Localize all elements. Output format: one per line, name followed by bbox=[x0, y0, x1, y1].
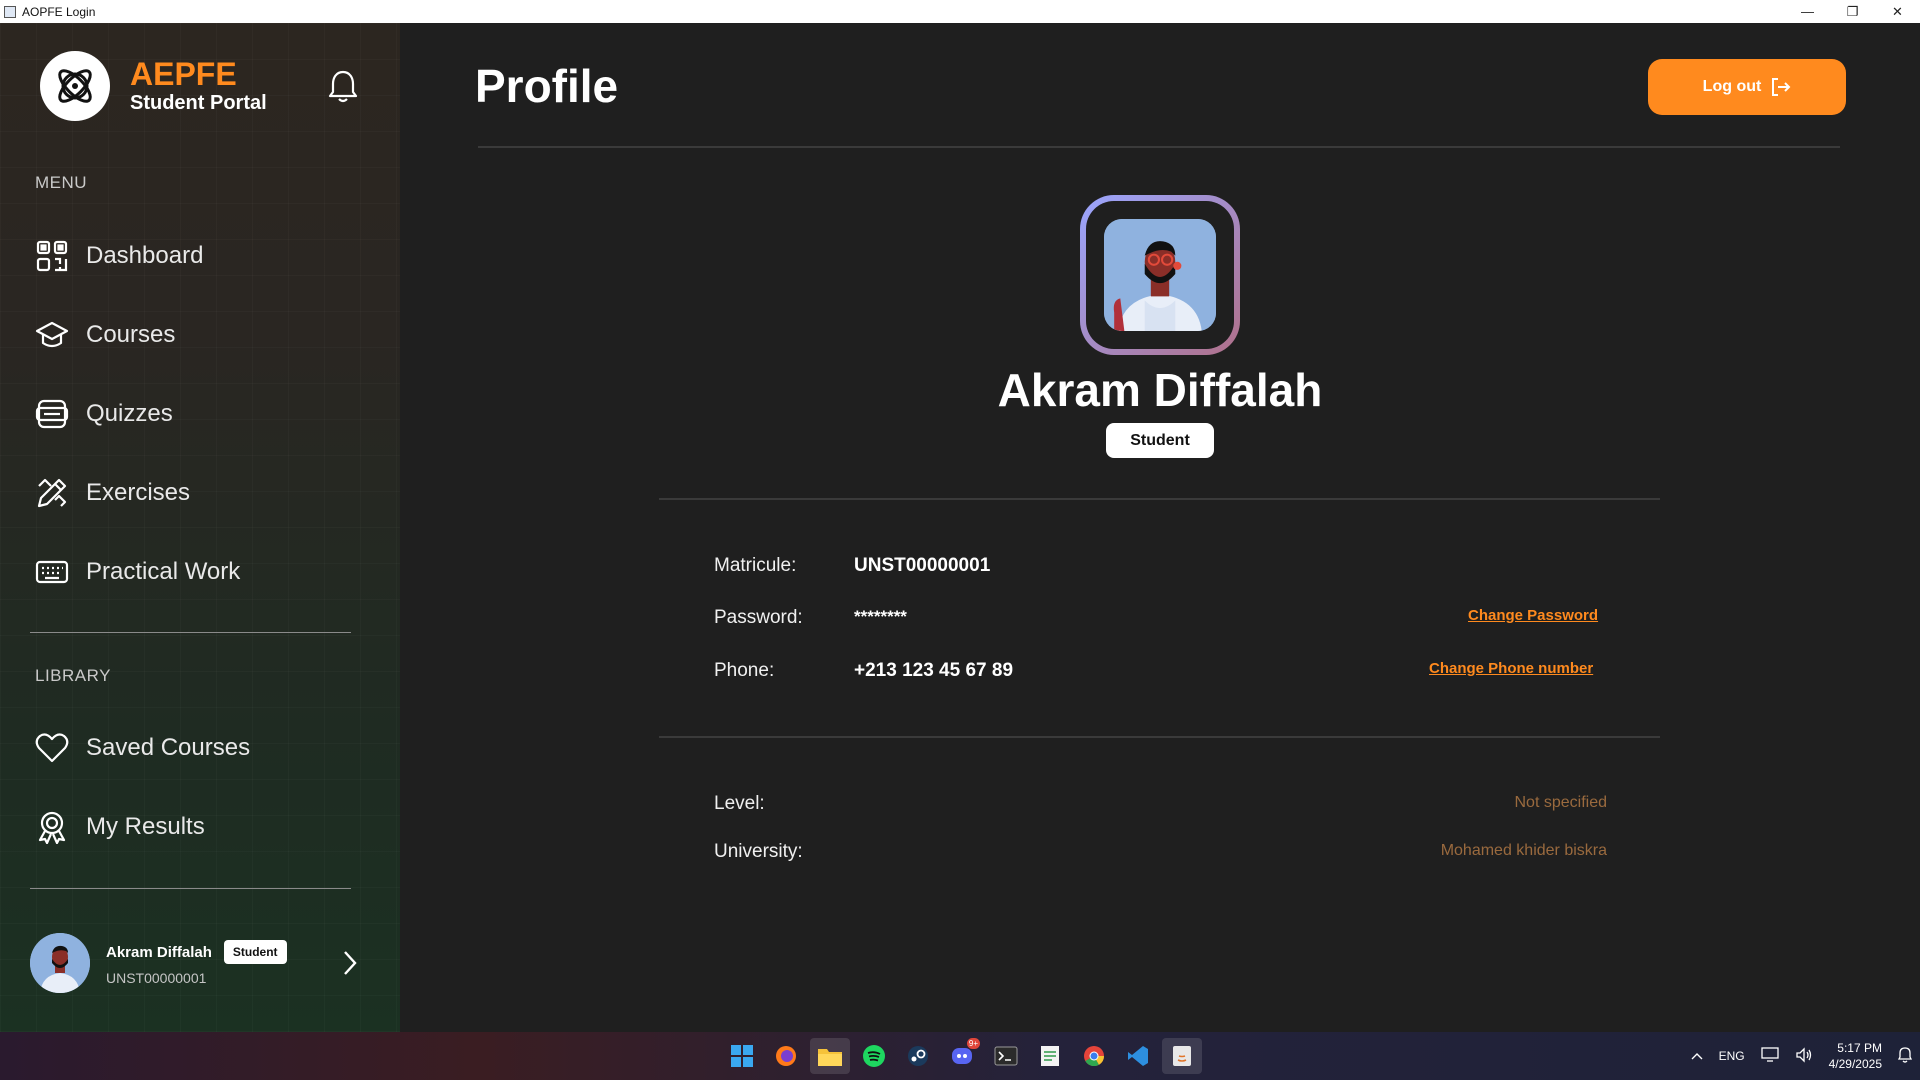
graduation-cap-icon bbox=[34, 317, 70, 353]
details-divider bbox=[659, 736, 1660, 738]
brand-name: AEPFE bbox=[130, 56, 237, 92]
volume-icon[interactable] bbox=[1795, 1046, 1813, 1066]
sidebar: AEPFE Student Portal MENU Dashboard Cour… bbox=[0, 23, 400, 1032]
sidebar-item-label: Exercises bbox=[86, 479, 191, 506]
windows-start-icon[interactable] bbox=[722, 1038, 762, 1074]
sidebar-item-label: Courses bbox=[86, 321, 176, 348]
library-section-label: LIBRARY bbox=[35, 666, 111, 685]
sidebar-item-label: Dashboard bbox=[86, 242, 204, 269]
pencil-ruler-icon bbox=[34, 475, 70, 511]
phone-label: Phone: bbox=[714, 660, 775, 681]
clock-date: 4/29/2025 bbox=[1828, 1057, 1882, 1071]
profile-role-badge: Student bbox=[1106, 423, 1214, 458]
network-icon[interactable] bbox=[1760, 1046, 1779, 1066]
clock[interactable]: 5:17 PM 4/29/2025 bbox=[1829, 1040, 1882, 1072]
sidebar-item-exercises[interactable]: Exercises bbox=[34, 468, 364, 518]
sidebar-divider bbox=[30, 632, 351, 633]
spotify-icon[interactable] bbox=[854, 1038, 894, 1074]
brand: AEPFE Student Portal bbox=[40, 51, 267, 121]
sidebar-item-label: Practical Work bbox=[86, 558, 241, 585]
close-button[interactable]: ✕ bbox=[1875, 0, 1920, 23]
sidebar-item-label: My Results bbox=[86, 813, 205, 840]
main-content: Profile Log out Akram Diffalah Student M… bbox=[400, 23, 1920, 1032]
change-phone-link[interactable]: Change Phone number bbox=[1429, 660, 1593, 677]
brand-subtitle: Student Portal bbox=[130, 92, 267, 114]
header-divider bbox=[478, 146, 1840, 148]
sidebar-item-my-results[interactable]: My Results bbox=[34, 802, 364, 852]
vscode-icon[interactable] bbox=[1118, 1038, 1158, 1074]
sidebar-item-dashboard[interactable]: Dashboard bbox=[34, 231, 364, 281]
profile-name: Akram Diffalah bbox=[997, 364, 1323, 416]
avatar bbox=[30, 933, 90, 993]
menu-section-label: MENU bbox=[35, 173, 88, 192]
change-password-link[interactable]: Change Password bbox=[1468, 607, 1598, 624]
sidebar-item-label: Quizzes bbox=[86, 400, 173, 427]
taskbar: 9+ ENG 5:17 PM 4/29/2025 bbox=[0, 1032, 1920, 1080]
notepad-icon[interactable] bbox=[1030, 1038, 1070, 1074]
minimize-button[interactable]: — bbox=[1785, 0, 1830, 23]
page-title: Profile bbox=[475, 60, 619, 112]
university-label: University: bbox=[714, 841, 803, 862]
heart-icon bbox=[34, 730, 70, 766]
steam-icon[interactable] bbox=[898, 1038, 938, 1074]
level-value: Not specified bbox=[1514, 794, 1608, 811]
atom-logo-icon bbox=[40, 51, 110, 121]
clock-time: 5:17 PM bbox=[1837, 1041, 1882, 1055]
sidebar-item-quizzes[interactable]: Quizzes bbox=[34, 389, 364, 439]
sidebar-divider bbox=[30, 888, 351, 889]
firefox-icon[interactable] bbox=[766, 1038, 806, 1074]
discord-notification-badge: 9+ bbox=[966, 1038, 980, 1049]
java-app-icon[interactable] bbox=[1162, 1038, 1202, 1074]
level-label: Level: bbox=[714, 793, 765, 814]
user-card[interactable]: Akram Diffalah Student UNST00000001 bbox=[30, 931, 370, 995]
file-explorer-icon[interactable] bbox=[810, 1038, 850, 1074]
window-titlebar: AOPFE Login — ❐ ✕ bbox=[0, 0, 1920, 23]
phone-value: +213 123 45 67 89 bbox=[854, 660, 1014, 681]
award-icon bbox=[34, 809, 70, 845]
notification-bell-icon[interactable] bbox=[1897, 1046, 1913, 1066]
matricule-value: UNST00000001 bbox=[854, 555, 991, 576]
quiz-icon bbox=[34, 396, 70, 432]
window-title: AOPFE Login bbox=[22, 4, 96, 19]
matricule-label: Matricule: bbox=[714, 555, 797, 576]
chevron-up-icon[interactable] bbox=[1691, 1049, 1703, 1063]
logout-button[interactable]: Log out bbox=[1648, 59, 1846, 115]
restore-button[interactable]: ❐ bbox=[1830, 0, 1875, 23]
sidebar-item-label: Saved Courses bbox=[86, 734, 251, 761]
password-value: ******** bbox=[854, 607, 907, 626]
language-indicator[interactable]: ENG bbox=[1719, 1049, 1745, 1063]
keyboard-icon bbox=[34, 554, 70, 590]
profile-divider bbox=[659, 498, 1660, 500]
discord-icon[interactable]: 9+ bbox=[942, 1038, 982, 1074]
university-value: Mohamed khider biskra bbox=[1440, 842, 1607, 859]
profile-avatar-frame bbox=[1080, 195, 1240, 355]
sidebar-item-courses[interactable]: Courses bbox=[34, 310, 364, 360]
sidebar-item-practical-work[interactable]: Practical Work bbox=[34, 547, 364, 597]
sidebar-item-saved-courses[interactable]: Saved Courses bbox=[34, 723, 364, 773]
app-icon bbox=[4, 5, 16, 18]
logout-icon bbox=[1772, 78, 1791, 96]
bell-icon[interactable] bbox=[325, 67, 361, 107]
user-name: Akram Diffalah bbox=[106, 943, 212, 961]
chrome-icon[interactable] bbox=[1074, 1038, 1114, 1074]
dashboard-grid-icon bbox=[34, 238, 70, 274]
password-label: Password: bbox=[714, 607, 803, 628]
profile-avatar bbox=[1104, 219, 1216, 331]
user-role-badge: Student bbox=[223, 940, 287, 964]
user-id: UNST00000001 bbox=[106, 970, 207, 986]
logout-label: Log out bbox=[1702, 78, 1762, 95]
chevron-right-icon[interactable] bbox=[336, 947, 364, 979]
terminal-icon[interactable] bbox=[986, 1038, 1026, 1074]
